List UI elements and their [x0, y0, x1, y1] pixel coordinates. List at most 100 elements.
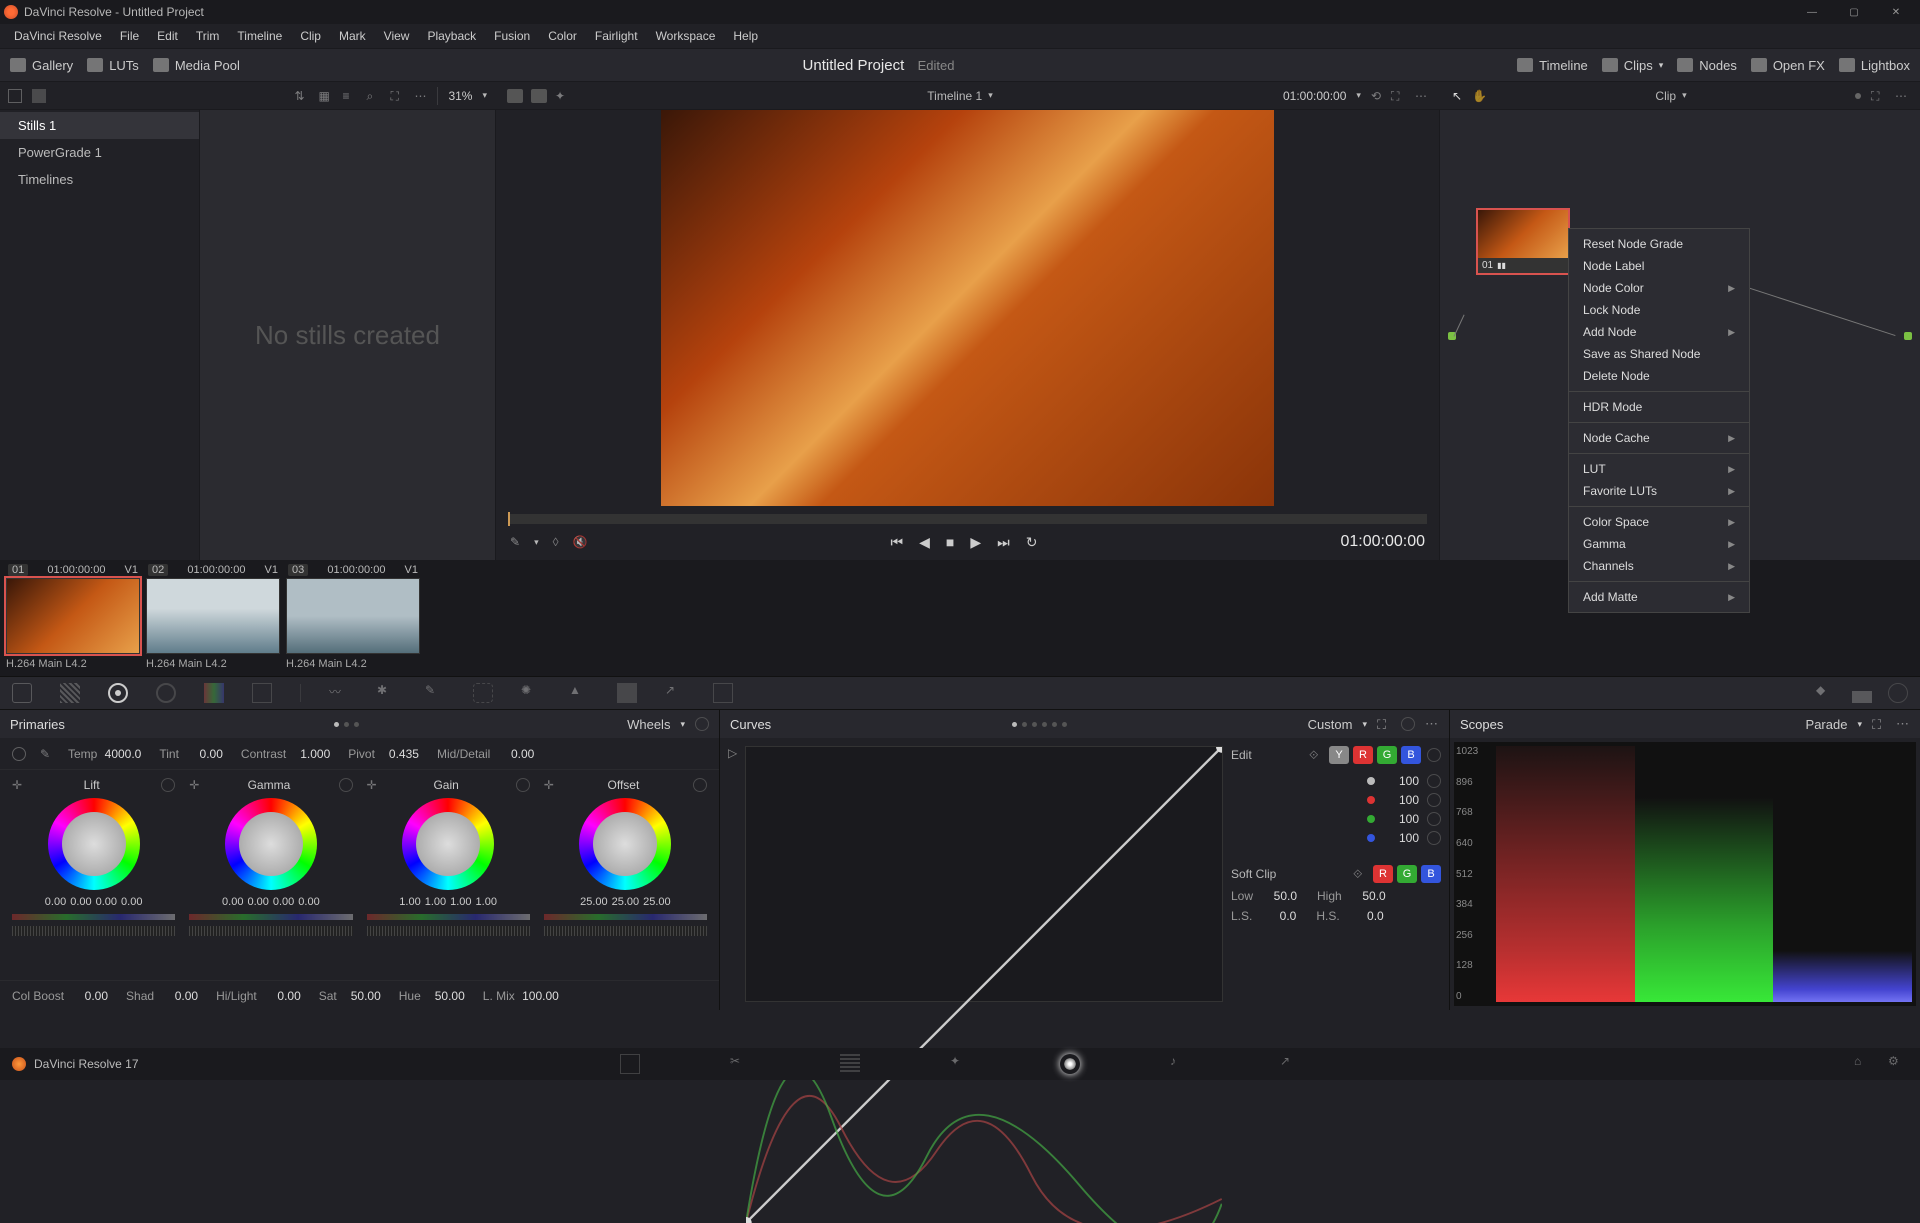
- media-page-icon[interactable]: [620, 1054, 640, 1074]
- zoom-level[interactable]: 31%: [448, 89, 472, 103]
- curves-icon[interactable]: 〰: [329, 683, 349, 703]
- luts-button[interactable]: LUTs: [87, 58, 139, 73]
- reset-icon[interactable]: [1427, 831, 1441, 845]
- channel-r-button[interactable]: R: [1353, 746, 1373, 764]
- reset-icon[interactable]: [1427, 748, 1441, 762]
- node-more-icon[interactable]: ⋯: [1895, 89, 1908, 103]
- menu-edit[interactable]: Edit: [149, 27, 186, 45]
- sc-b-button[interactable]: B: [1421, 865, 1441, 883]
- fusion-page-icon[interactable]: ✦: [950, 1054, 970, 1074]
- first-frame-button[interactable]: ⏮: [890, 534, 903, 551]
- wheel-jog[interactable]: [189, 926, 352, 936]
- color-node[interactable]: 01▮▮: [1476, 208, 1570, 275]
- ctx-save-as-shared-node[interactable]: Save as Shared Node: [1569, 343, 1749, 365]
- wheel-balance-bar[interactable]: [544, 914, 707, 920]
- scopes-mode[interactable]: Parade: [1806, 717, 1848, 732]
- magic-icon[interactable]: ✦: [555, 89, 565, 103]
- cut-page-icon[interactable]: ✂: [730, 1054, 750, 1074]
- color-wheels-icon[interactable]: [108, 683, 128, 703]
- channel-b-button[interactable]: B: [1401, 746, 1421, 764]
- wipe-icon[interactable]: [32, 89, 46, 103]
- list-icon[interactable]: ≡: [342, 89, 356, 103]
- menu-help[interactable]: Help: [725, 27, 766, 45]
- ctx-lut[interactable]: LUT▶: [1569, 458, 1749, 480]
- softclip-hs-value[interactable]: 0.0: [1346, 909, 1384, 923]
- param-sat[interactable]: Sat50.00: [319, 989, 381, 1003]
- ctx-add-matte[interactable]: Add Matte▶: [1569, 586, 1749, 608]
- picker-icon[interactable]: ✛: [367, 778, 377, 792]
- scrub-handle[interactable]: [508, 512, 510, 526]
- clip-02[interactable]: 0201:00:00:00V1 H.264 Main L4.2: [146, 564, 280, 670]
- param-pivot[interactable]: Pivot0.435: [348, 747, 419, 761]
- chevron-down-icon[interactable]: ▾: [1362, 719, 1367, 730]
- wheel-value[interactable]: 25.00: [580, 896, 608, 908]
- color-wheel[interactable]: [579, 798, 671, 890]
- ctx-node-label[interactable]: Node Label: [1569, 255, 1749, 277]
- last-frame-button[interactable]: ⏭: [997, 534, 1010, 551]
- grid-icon[interactable]: ▦: [318, 89, 332, 103]
- rgb-mixer-icon[interactable]: [204, 683, 224, 703]
- sort-icon[interactable]: ⇅: [294, 89, 308, 103]
- reset-icon[interactable]: [695, 717, 709, 731]
- color-wheel[interactable]: [48, 798, 140, 890]
- clip-03[interactable]: 0301:00:00:00V1 H.264 Main L4.2: [286, 564, 420, 670]
- chevron-down-icon[interactable]: ▾: [1356, 90, 1361, 101]
- expand-icon[interactable]: ⛶: [390, 89, 404, 103]
- fullscreen-icon[interactable]: ⛶: [1391, 89, 1405, 103]
- menu-fairlight[interactable]: Fairlight: [587, 27, 646, 45]
- blur-icon[interactable]: [617, 683, 637, 703]
- chevron-down-icon[interactable]: ▾: [680, 719, 685, 730]
- color-match-icon[interactable]: [60, 683, 80, 703]
- picker-icon[interactable]: ✎: [510, 535, 520, 549]
- waveform-icon[interactable]: [1852, 683, 1872, 703]
- wheel-value[interactable]: 0.00: [45, 896, 66, 908]
- menu-trim[interactable]: Trim: [188, 27, 228, 45]
- wheel-value[interactable]: 1.00: [476, 896, 497, 908]
- menu-fusion[interactable]: Fusion: [486, 27, 538, 45]
- image-view-icon[interactable]: [531, 89, 547, 103]
- channel-y-button[interactable]: Y: [1329, 746, 1349, 764]
- picker-icon[interactable]: ✛: [189, 778, 199, 792]
- nodes-button[interactable]: Nodes: [1677, 58, 1737, 73]
- chevron-down-icon[interactable]: ▾: [1857, 719, 1862, 730]
- loop-button[interactable]: ↻: [1026, 534, 1038, 551]
- menu-view[interactable]: View: [376, 27, 418, 45]
- timeline-name[interactable]: Timeline 1: [927, 89, 982, 103]
- settings-icon[interactable]: ⚙: [1888, 1054, 1908, 1074]
- viewer-image[interactable]: [661, 110, 1274, 506]
- channel-value[interactable]: 100: [1383, 812, 1419, 826]
- color-warper-icon[interactable]: ✱: [377, 683, 397, 703]
- node-panel[interactable]: 01▮▮ Reset Node GradeNode LabelNode Colo…: [1440, 110, 1920, 560]
- param-middetail[interactable]: Mid/Detail0.00: [437, 747, 534, 761]
- menu-color[interactable]: Color: [540, 27, 585, 45]
- wheel-balance-bar[interactable]: [12, 914, 175, 920]
- channel-value[interactable]: 100: [1383, 831, 1419, 845]
- menu-file[interactable]: File: [112, 27, 147, 45]
- snapshot-icon[interactable]: ◊: [553, 535, 559, 549]
- minimize-button[interactable]: —: [1792, 2, 1832, 22]
- param-colboost[interactable]: Col Boost0.00: [12, 989, 108, 1003]
- menu-workspace[interactable]: Workspace: [648, 27, 724, 45]
- wheel-value[interactable]: 1.00: [425, 896, 446, 908]
- curves-mode[interactable]: Custom: [1308, 717, 1353, 732]
- prev-frame-button[interactable]: ◀: [919, 534, 930, 551]
- reset-icon[interactable]: [1427, 812, 1441, 826]
- chevron-down-icon[interactable]: ▾: [482, 90, 487, 101]
- param-hue[interactable]: Hue50.00: [399, 989, 465, 1003]
- deliver-page-icon[interactable]: ↗: [1280, 1054, 1300, 1074]
- edit-page-icon[interactable]: [840, 1054, 860, 1074]
- channel-value[interactable]: 100: [1383, 774, 1419, 788]
- timeline-button[interactable]: Timeline: [1517, 58, 1588, 73]
- channel-g-button[interactable]: G: [1377, 746, 1397, 764]
- ctx-color-space[interactable]: Color Space▶: [1569, 511, 1749, 533]
- play-button[interactable]: ▶: [970, 534, 981, 551]
- wheel-value[interactable]: 0.00: [121, 896, 142, 908]
- param-temp[interactable]: Temp4000.0: [68, 747, 141, 761]
- maximize-button[interactable]: ▢: [1834, 2, 1874, 22]
- chevron-down-icon[interactable]: ▾: [1682, 90, 1687, 101]
- clip-01[interactable]: 0101:00:00:00V1 H.264 Main L4.2: [6, 564, 140, 670]
- chevron-down-icon[interactable]: ▾: [534, 537, 539, 548]
- viewer-more-icon[interactable]: ⋯: [1415, 89, 1428, 103]
- reset-icon[interactable]: [516, 778, 530, 792]
- ctx-lock-node[interactable]: Lock Node: [1569, 299, 1749, 321]
